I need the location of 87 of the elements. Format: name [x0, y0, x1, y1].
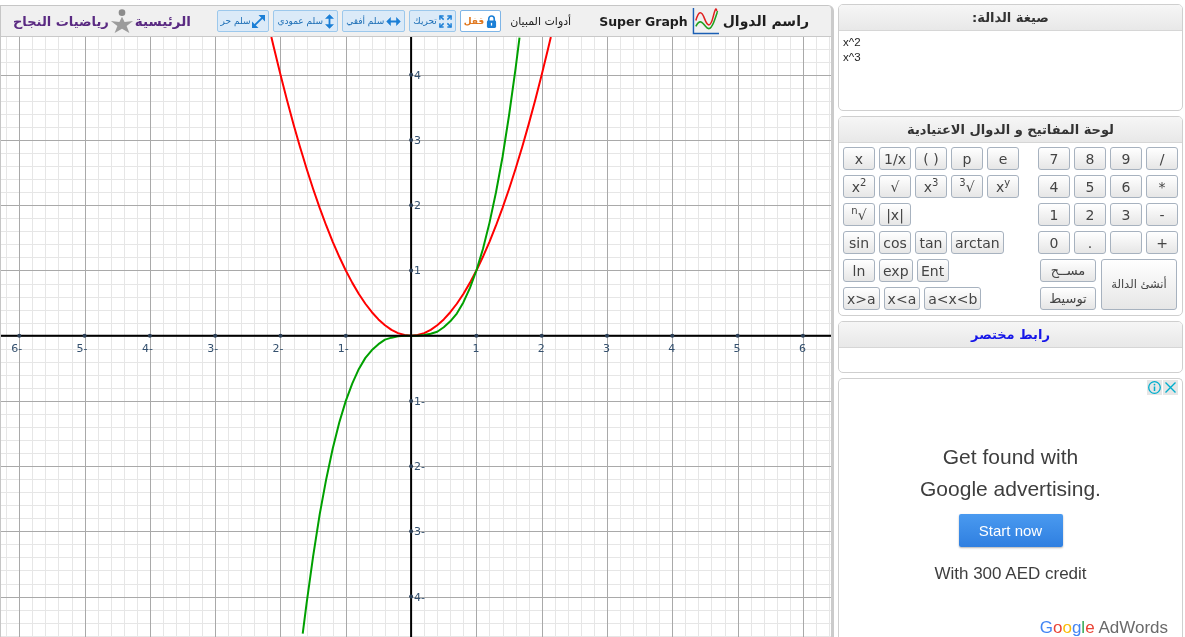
keypad-key[interactable]: -: [1146, 203, 1178, 226]
function-key[interactable]: sin: [843, 231, 875, 254]
function-key[interactable]: x: [843, 147, 875, 170]
y-tick-label: 2-: [414, 460, 426, 474]
y-tick-label: 1: [414, 264, 422, 278]
vertical-arrow-icon: [325, 13, 335, 29]
keypad-key[interactable]: 6: [1110, 175, 1142, 198]
x-tick-label: 6-: [11, 341, 23, 355]
function-key[interactable]: a<x<b: [924, 287, 982, 310]
keypad-key[interactable]: 9: [1110, 147, 1142, 170]
x-tick-label: 5-: [76, 341, 88, 355]
x-tick-label: 4-: [141, 341, 153, 355]
ad-credit-text: With 300 AED credit: [934, 564, 1087, 584]
vertical-scale-button[interactable]: سلم عمودي: [273, 10, 339, 32]
function-key[interactable]: p: [951, 147, 983, 170]
keypad-key[interactable]: *: [1146, 175, 1178, 198]
keypad-key[interactable]: 4: [1038, 175, 1070, 198]
function-key[interactable]: x<a: [883, 287, 921, 310]
y-tick-label: 3-: [414, 525, 426, 539]
function-key[interactable]: x$^{2}$: [843, 175, 875, 198]
x-tick-label: 4: [668, 341, 676, 355]
function-key[interactable]: e: [987, 147, 1019, 170]
function-key[interactable]: x>a: [843, 287, 880, 310]
x-tick-label: 3: [603, 341, 610, 355]
function-key[interactable]: $^{n}$√: [843, 203, 875, 226]
function-key[interactable]: ( ): [915, 147, 947, 170]
keypad-key[interactable]: 1: [1038, 203, 1070, 226]
create-function-button[interactable]: أنشئ الدالة: [1101, 259, 1177, 310]
function-key[interactable]: ln: [843, 259, 875, 282]
app-subtitle: Super Graph: [599, 13, 688, 29]
x-tick-label: 3-: [207, 341, 219, 355]
horizontal-scale-button[interactable]: سلم أفقي: [342, 10, 406, 32]
free-scale-button[interactable]: سلم حر: [216, 10, 270, 32]
keypad-key[interactable]: 5: [1074, 175, 1106, 198]
adwords-logo: Google AdWords: [1039, 619, 1168, 637]
curves-chart-icon: [691, 7, 719, 35]
keypad-key[interactable]: +: [1146, 231, 1178, 254]
expand-arrows-icon: [438, 14, 452, 28]
function-graph[interactable]: 6- 5- 4- 3- 2- 1- 1 2 3 4 5 6 4- 3- 2- 1- 1 2 3 4: [1, 37, 831, 637]
info-icon[interactable]: [1147, 380, 1162, 395]
keypad-key[interactable]: 7: [1038, 147, 1070, 170]
function-key[interactable]: x$^{3}$: [915, 175, 947, 198]
y-tick-label: 4: [414, 68, 422, 82]
clear-button[interactable]: مســح: [1040, 259, 1096, 282]
move-button[interactable]: تحريك: [409, 10, 456, 32]
function-key[interactable]: Ent: [916, 259, 949, 282]
center-button[interactable]: توسيط: [1040, 287, 1096, 310]
x-tick-label: 6: [798, 341, 806, 355]
function-key[interactable]: $^{3}$√: [951, 175, 983, 198]
function-key[interactable]: |x|: [879, 203, 911, 226]
keypad-key[interactable]: 2: [1074, 203, 1106, 226]
function-key[interactable]: exp: [879, 259, 913, 282]
star-figure-icon: [109, 9, 134, 33]
x-tick-label: 1: [472, 341, 480, 355]
home-link[interactable]: الرئيسية: [134, 13, 191, 29]
keypad-key[interactable]: 3: [1110, 203, 1142, 226]
y-tick-label: 2: [414, 199, 422, 213]
diagonal-arrow-icon: [252, 14, 266, 28]
close-icon[interactable]: [1163, 380, 1178, 395]
x-tick-label: 2-: [272, 341, 284, 355]
site-name: رياضيات النجاح: [13, 13, 109, 29]
keypad-key[interactable]: /: [1146, 147, 1178, 170]
app-title: راسم الدوال: [722, 13, 809, 29]
x-tick-label: 1-: [337, 341, 349, 355]
keypad-key[interactable]: 8: [1074, 147, 1106, 170]
function-key[interactable]: cos: [879, 231, 911, 254]
keypad-key[interactable]: .: [1074, 231, 1106, 254]
ad-headline: Get found with Google advertising.: [920, 444, 1101, 502]
function-key[interactable]: tan: [915, 231, 947, 254]
y-tick-label: 1-: [414, 394, 426, 408]
panel-title: صيغة الدالة:: [839, 5, 1182, 31]
blank-key[interactable]: [1110, 231, 1142, 254]
y-tick-label: 4-: [414, 590, 426, 604]
function-key[interactable]: √: [879, 175, 911, 198]
tools-label: أدوات المبيان: [510, 14, 572, 28]
x-tick-label: 2: [537, 341, 545, 355]
short-link-title[interactable]: رابط مختصر: [839, 322, 1182, 348]
padlock-icon: [486, 14, 498, 28]
formula-field[interactable]: x^2 x^3: [839, 31, 1182, 110]
keypad-key[interactable]: 0: [1038, 231, 1070, 254]
y-tick-label: 3: [414, 134, 422, 148]
function-key[interactable]: 1/x: [879, 147, 911, 170]
horizontal-arrow-icon: [386, 16, 402, 26]
function-key[interactable]: x$^{y}$: [987, 175, 1019, 198]
panel-title: لوحة المفاتيح و الدوال الاعتيادية: [839, 117, 1182, 143]
x-tick-label: 5: [733, 341, 741, 355]
function-key[interactable]: arctan: [951, 231, 1004, 254]
